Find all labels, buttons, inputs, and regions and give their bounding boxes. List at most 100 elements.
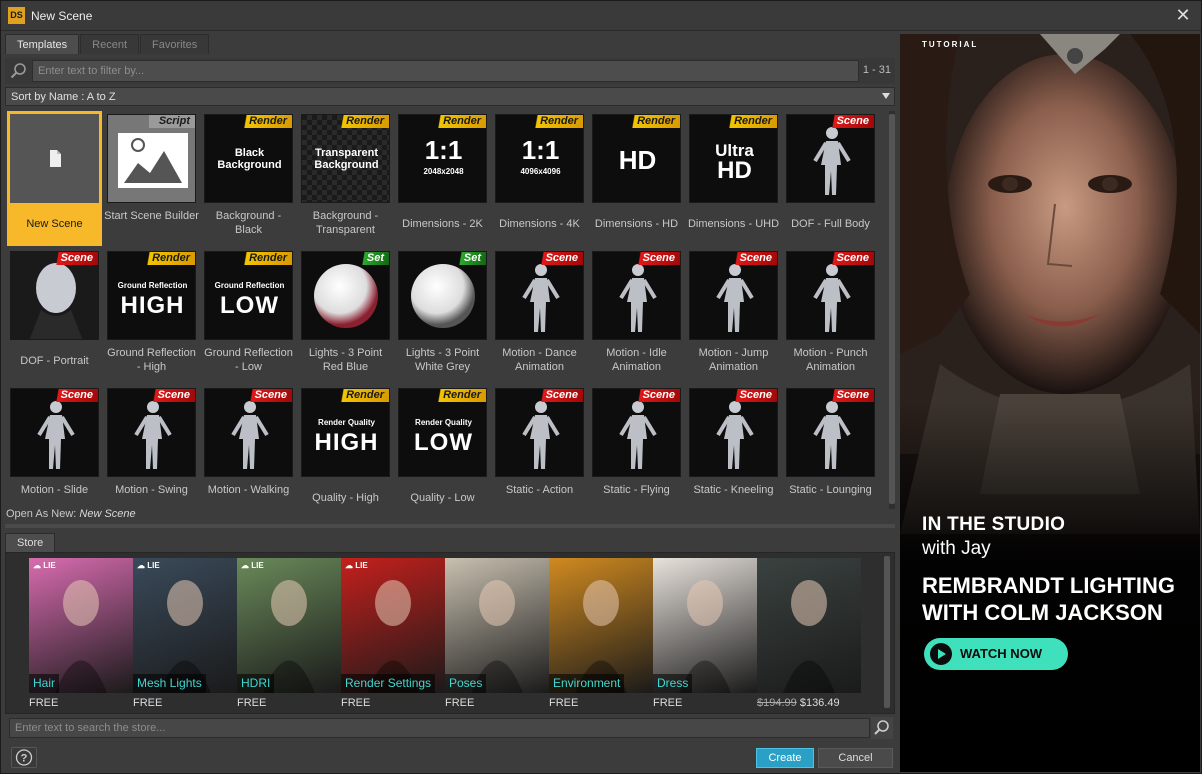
template-item[interactable]: Ground Reflection HIGH Render Ground Reflec…: [104, 248, 199, 383]
store-item-current-price: FREE: [653, 697, 683, 709]
store-search-input[interactable]: [9, 718, 870, 738]
store-item-image: ☁ LIE: [237, 558, 341, 693]
template-item[interactable]: 1:1 2048x2048 Render Dimensions - 2K: [395, 111, 490, 246]
template-thumbnail: Scene: [786, 114, 875, 203]
banner-line1: IN THE STUDIO: [922, 514, 1066, 535]
store-item-price: FREE: [237, 697, 266, 709]
template-item[interactable]: New Scene: [7, 111, 102, 246]
filter-input[interactable]: [32, 60, 859, 82]
scene-badge: Scene: [50, 389, 98, 402]
template-item[interactable]: Ground Reflection LOW Render Ground Reflect…: [201, 248, 296, 383]
thumbnail-subcaption: 2048x2048: [423, 167, 464, 176]
template-item[interactable]: Scene Static - Lounging: [783, 385, 878, 509]
tab-recent[interactable]: Recent: [80, 34, 139, 54]
template-thumbnail: Scene: [786, 251, 875, 340]
template-item[interactable]: Scene Static - Flying: [589, 385, 684, 509]
create-button[interactable]: Create: [756, 748, 814, 768]
daz-logo-icon: ☁ LIE: [345, 561, 368, 570]
store-item[interactable]: ☁ LIE Render Settings FREE: [341, 558, 445, 709]
template-label: Dimensions - UHD: [687, 218, 780, 230]
pane-splitter[interactable]: [5, 524, 895, 528]
template-item[interactable]: Render Quality LOW Render Quality - Low: [395, 385, 490, 509]
tutorial-banner[interactable]: TUTORIAL IN THE STUDIO with Jay REMBRAND…: [900, 34, 1200, 772]
template-item[interactable]: Ultra HD Render Dimensions - UHD: [686, 111, 781, 246]
store-item-price: FREE: [133, 697, 162, 709]
title-bar: DS New Scene ✕: [1, 1, 1201, 31]
store-item[interactable]: Environment FREE: [549, 558, 653, 709]
figure-icon: [813, 127, 851, 195]
sphere-grey-icon: [411, 264, 475, 328]
template-item[interactable]: Render Quality HIGH Render Quality - High: [298, 385, 393, 509]
figure-icon: [134, 401, 172, 469]
open-as-value: New Scene: [79, 508, 136, 520]
app-logo: DS: [8, 7, 25, 24]
store-item-category: Render Settings: [341, 674, 436, 693]
store-item-image: [757, 558, 861, 693]
template-label: Dimensions - HD: [594, 218, 679, 230]
template-item[interactable]: Set Lights - 3 Point Red Blue: [298, 248, 393, 383]
tab-store[interactable]: Store: [5, 533, 56, 552]
template-item[interactable]: Scene Motion - Idle Animation: [589, 248, 684, 383]
scene-badge: Scene: [826, 115, 874, 128]
template-item[interactable]: 1:1 4096x4096 Render Dimensions - 4K: [492, 111, 587, 246]
tab-favorites[interactable]: Favorites: [140, 34, 210, 54]
close-icon[interactable]: ✕: [1173, 5, 1193, 25]
store-item[interactable]: ☁ LIE Mesh Lights FREE: [133, 558, 237, 709]
template-item[interactable]: Scene Static - Action: [492, 385, 587, 509]
template-item[interactable]: Scene DOF - Full Body: [783, 111, 878, 246]
watch-now-button[interactable]: WATCH NOW: [924, 638, 1068, 670]
template-thumbnail: [10, 114, 99, 203]
cancel-button[interactable]: Cancel: [818, 748, 893, 768]
store-item[interactable]: $194.99 $136.49: [757, 558, 861, 709]
store-item[interactable]: ☁ LIE HDRI FREE: [237, 558, 341, 709]
template-label: Dimensions - 4K: [499, 218, 580, 230]
banner-headline: REMBRANDT LIGHTING WITH COLM JACKSON: [922, 573, 1175, 625]
template-item[interactable]: Scene Motion - Dance Animation: [492, 248, 587, 383]
store-item[interactable]: ☁ LIE Hair FREE: [29, 558, 133, 709]
search-icon[interactable]: [9, 61, 29, 81]
store-item-category: Poses: [445, 674, 487, 693]
template-item[interactable]: Set Lights - 3 Point White Grey: [395, 248, 490, 383]
grid-scrollbar-thumb[interactable]: [889, 114, 895, 504]
template-label: DOF - Portrait: [20, 355, 89, 367]
render-badge: Render: [627, 115, 680, 128]
thumbnail-subcaption: HD: [717, 157, 752, 184]
daz-logo-icon: ☁ LIE: [137, 561, 160, 570]
help-button[interactable]: ?: [11, 747, 37, 768]
svg-text:?: ?: [21, 753, 28, 765]
template-item[interactable]: Scene Motion - Swing: [104, 385, 199, 509]
template-label: Motion - Swing: [115, 484, 188, 496]
store-item-figure: [55, 580, 107, 693]
template-item[interactable]: Scene Motion - Punch Animation: [783, 248, 878, 383]
template-item[interactable]: HD Render Dimensions - HD: [589, 111, 684, 246]
template-thumbnail: Scene: [786, 388, 875, 477]
template-item[interactable]: Transparent Background Render Background -…: [298, 111, 393, 246]
template-item[interactable]: Black Background Render Background - Black: [201, 111, 296, 246]
template-item[interactable]: Scene Motion - Slide: [7, 385, 102, 509]
store-item-figure: [575, 580, 627, 693]
store-item-figure: [783, 580, 835, 693]
store-item-current-price: FREE: [237, 697, 267, 709]
template-thumbnail: Ground Reflection LOW Render: [204, 251, 293, 340]
set-badge: Set: [356, 252, 389, 265]
template-label: Static - Action: [505, 484, 574, 496]
new-scene-icon: [50, 150, 61, 167]
template-thumbnail: Scene: [592, 388, 681, 477]
template-item[interactable]: Scene Motion - Jump Animation: [686, 248, 781, 383]
thumbnail-caption: Ground Reflection: [214, 281, 285, 290]
store-item-current-price: FREE: [445, 697, 475, 709]
thumbnail-subcaption: HIGH: [120, 292, 185, 319]
template-item[interactable]: Script Start Scene Builder: [104, 111, 199, 246]
template-item[interactable]: Scene Motion - Walking: [201, 385, 296, 509]
render-badge: Render: [530, 115, 583, 128]
template-item[interactable]: Scene DOF - Portrait: [7, 248, 102, 383]
store-scrollbar[interactable]: [884, 556, 890, 708]
template-label: Motion - Dance Animation: [502, 347, 577, 373]
store-search-icon[interactable]: [871, 717, 893, 739]
store-item[interactable]: Poses FREE: [445, 558, 549, 709]
store-item[interactable]: Dress FREE: [653, 558, 757, 709]
tab-templates[interactable]: Templates: [5, 34, 80, 54]
template-item[interactable]: Scene Static - Kneeling: [686, 385, 781, 509]
store-item-price: FREE: [653, 697, 682, 709]
sort-dropdown[interactable]: Sort by Name : A to Z: [5, 87, 895, 106]
